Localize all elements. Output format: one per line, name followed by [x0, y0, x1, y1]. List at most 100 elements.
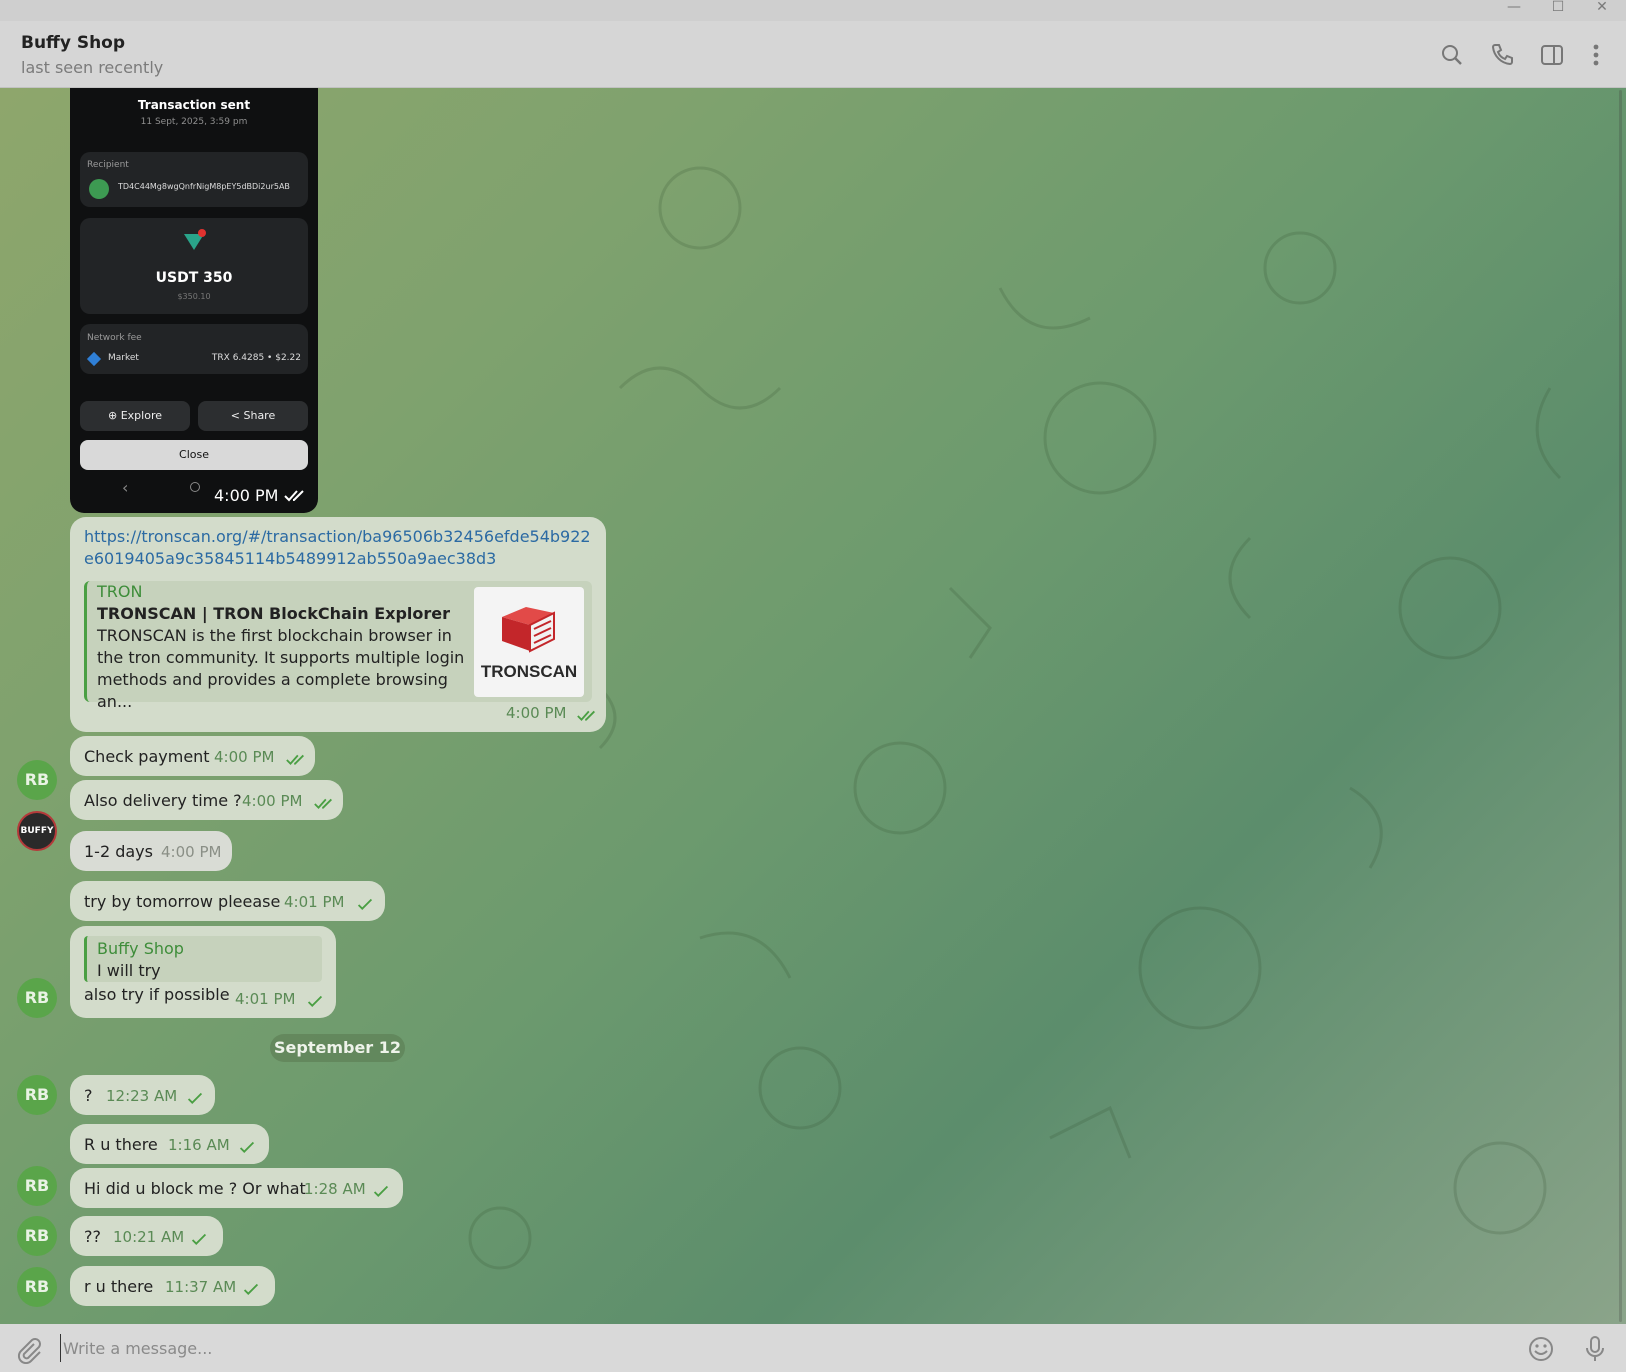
double-check-icon: [286, 754, 304, 766]
avatar[interactable]: RB: [17, 1216, 57, 1256]
fee-type: Market: [108, 353, 139, 363]
message-bubble[interactable]: Check payment 4:00 PM: [70, 736, 315, 776]
double-check-icon: [284, 490, 304, 502]
message-time: 11:37 AM: [165, 1278, 237, 1296]
close-window-button[interactable]: ✕: [1582, 0, 1622, 21]
tronscan-thumbnail[interactable]: TRONSCAN: [474, 587, 584, 697]
single-check-icon: [187, 1092, 203, 1104]
share-icon: <: [230, 409, 244, 422]
tether-diamond-icon: [184, 229, 206, 250]
transaction-screenshot[interactable]: Transaction sent 11 Sept, 2025, 3:59 pm …: [70, 88, 318, 513]
recipient-card: Recipient TD4C44Mg8wgQnfrNigM8pEY5dBDi2u…: [80, 152, 308, 207]
thumbnail-label: TRONSCAN: [480, 662, 578, 681]
single-check-icon: [373, 1185, 389, 1197]
recipient-label: Recipient: [87, 160, 129, 170]
message-bubble[interactable]: Also delivery time ? 4:00 PM: [70, 780, 343, 820]
microphone-icon[interactable]: [1580, 1334, 1610, 1364]
chat-header: Buffy Shop last seen recently: [0, 21, 1626, 88]
message-time: 1:28 AM: [304, 1180, 366, 1198]
message-bubble[interactable]: ? 12:23 AM: [70, 1075, 215, 1115]
avatar[interactable]: RB: [17, 978, 57, 1018]
message-text: Also delivery time ?: [84, 791, 242, 810]
window-titlebar: — ☐ ✕: [0, 0, 1626, 21]
message-bubble-incoming[interactable]: 1-2 days 4:00 PM: [70, 831, 232, 871]
message-time: 4:01 PM: [235, 990, 296, 1008]
double-check-icon: [577, 710, 595, 722]
tx-date: 11 Sept, 2025, 3:59 pm: [140, 117, 248, 127]
message-time: 1:16 AM: [168, 1136, 230, 1154]
message-text: Check payment: [84, 747, 210, 766]
double-check-icon: [314, 798, 332, 810]
fee-label: Network fee: [87, 333, 142, 343]
link-preview-card[interactable]: TRON TRONSCAN | TRON BlockChain Explorer…: [84, 581, 592, 711]
link-preview-message[interactable]: https://tronscan.org/#/transaction/ba965…: [70, 517, 606, 732]
message-bubble[interactable]: r u there 11:37 AM: [70, 1266, 275, 1306]
chat-status: last seen recently: [21, 58, 164, 77]
back-nav-icon: ‹: [122, 478, 129, 497]
recipient-avatar-icon: [89, 179, 109, 199]
message-bubble[interactable]: try by tomorrow pleease 4:01 PM: [70, 881, 385, 921]
message-text: try by tomorrow pleease: [84, 892, 281, 911]
message-composer: [0, 1324, 1626, 1372]
message-bubble[interactable]: Hi did u block me ? Or what 1:28 AM: [70, 1168, 403, 1208]
message-time: 4:01 PM: [284, 893, 345, 911]
phone-icon[interactable]: [1488, 41, 1516, 69]
message-time: 4:00 PM: [214, 748, 275, 766]
minimize-button[interactable]: —: [1494, 0, 1534, 21]
message-bubble[interactable]: R u there 1:16 AM: [70, 1124, 269, 1164]
fee-value: TRX 6.4285 • $2.22: [211, 353, 301, 363]
avatar[interactable]: RB: [17, 1075, 57, 1115]
avatar[interactable]: RB: [17, 1267, 57, 1307]
fee-card: Network fee Market TRX 6.4285 • $2.22: [80, 324, 308, 374]
reply-message-bubble[interactable]: Buffy Shop I will try also try if possib…: [70, 926, 336, 1018]
message-text: R u there: [84, 1135, 158, 1154]
avatar[interactable]: RB: [17, 1166, 57, 1206]
share-button: < Share: [198, 401, 308, 431]
preview-description: TRONSCAN is the first blockchain browser…: [97, 626, 465, 711]
search-icon[interactable]: [1438, 41, 1466, 69]
amount-value: USDT 350: [155, 270, 233, 286]
message-time: 4:00 PM: [506, 704, 567, 722]
message-text: Hi did u block me ? Or what: [84, 1179, 306, 1198]
sidebar-toggle-icon[interactable]: [1538, 41, 1566, 69]
explore-button: ⊕ Explore: [80, 401, 190, 431]
shop-logo-icon: BUFFY: [20, 826, 54, 836]
transaction-link[interactable]: https://tronscan.org/#/transaction/ba965…: [84, 526, 596, 570]
amount-card: USDT 350 $350.10: [80, 218, 308, 314]
reply-author: Buffy Shop: [97, 939, 184, 958]
emoji-icon[interactable]: [1526, 1334, 1556, 1364]
message-list[interactable]: Transaction sent 11 Sept, 2025, 3:59 pm …: [0, 88, 1626, 1324]
maximize-button[interactable]: ☐: [1538, 0, 1578, 21]
reply-text: I will try: [97, 961, 161, 980]
globe-icon: ⊕: [108, 409, 121, 422]
close-button: Close: [80, 440, 308, 470]
message-text: ??: [84, 1227, 101, 1246]
single-check-icon: [239, 1141, 255, 1153]
reply-quote[interactable]: Buffy Shop I will try: [84, 936, 322, 982]
attach-icon[interactable]: [14, 1336, 42, 1364]
message-time: 4:00 PM: [214, 486, 279, 505]
scrollbar[interactable]: [1619, 90, 1622, 1322]
home-nav-icon: [190, 482, 200, 492]
message-text: r u there: [84, 1277, 154, 1296]
message-input[interactable]: [60, 1334, 1500, 1362]
tx-title: Transaction sent: [137, 98, 251, 112]
shop-avatar[interactable]: BUFFY: [17, 811, 57, 851]
more-menu-icon[interactable]: [1586, 41, 1614, 69]
preview-site-name: TRON: [97, 582, 143, 601]
chat-title[interactable]: Buffy Shop: [21, 33, 125, 53]
message-time: 4:00 PM: [161, 843, 222, 861]
message-text: also try if possible: [84, 985, 230, 1004]
message-time: 12:23 AM: [106, 1087, 178, 1105]
message-text: ?: [84, 1086, 93, 1105]
message-text: 1-2 days: [84, 842, 153, 861]
amount-usd: $350.10: [177, 292, 211, 301]
message-time: 10:21 AM: [113, 1228, 185, 1246]
message-bubble[interactable]: ?? 10:21 AM: [70, 1216, 223, 1256]
avatar[interactable]: RB: [17, 760, 57, 800]
message-time: 4:00 PM: [242, 792, 303, 810]
single-check-icon: [307, 995, 323, 1007]
preview-title: TRONSCAN | TRON BlockChain Explorer: [97, 604, 451, 623]
tronscan-logo-icon: [502, 607, 555, 653]
tron-fee-icon: [86, 351, 102, 367]
